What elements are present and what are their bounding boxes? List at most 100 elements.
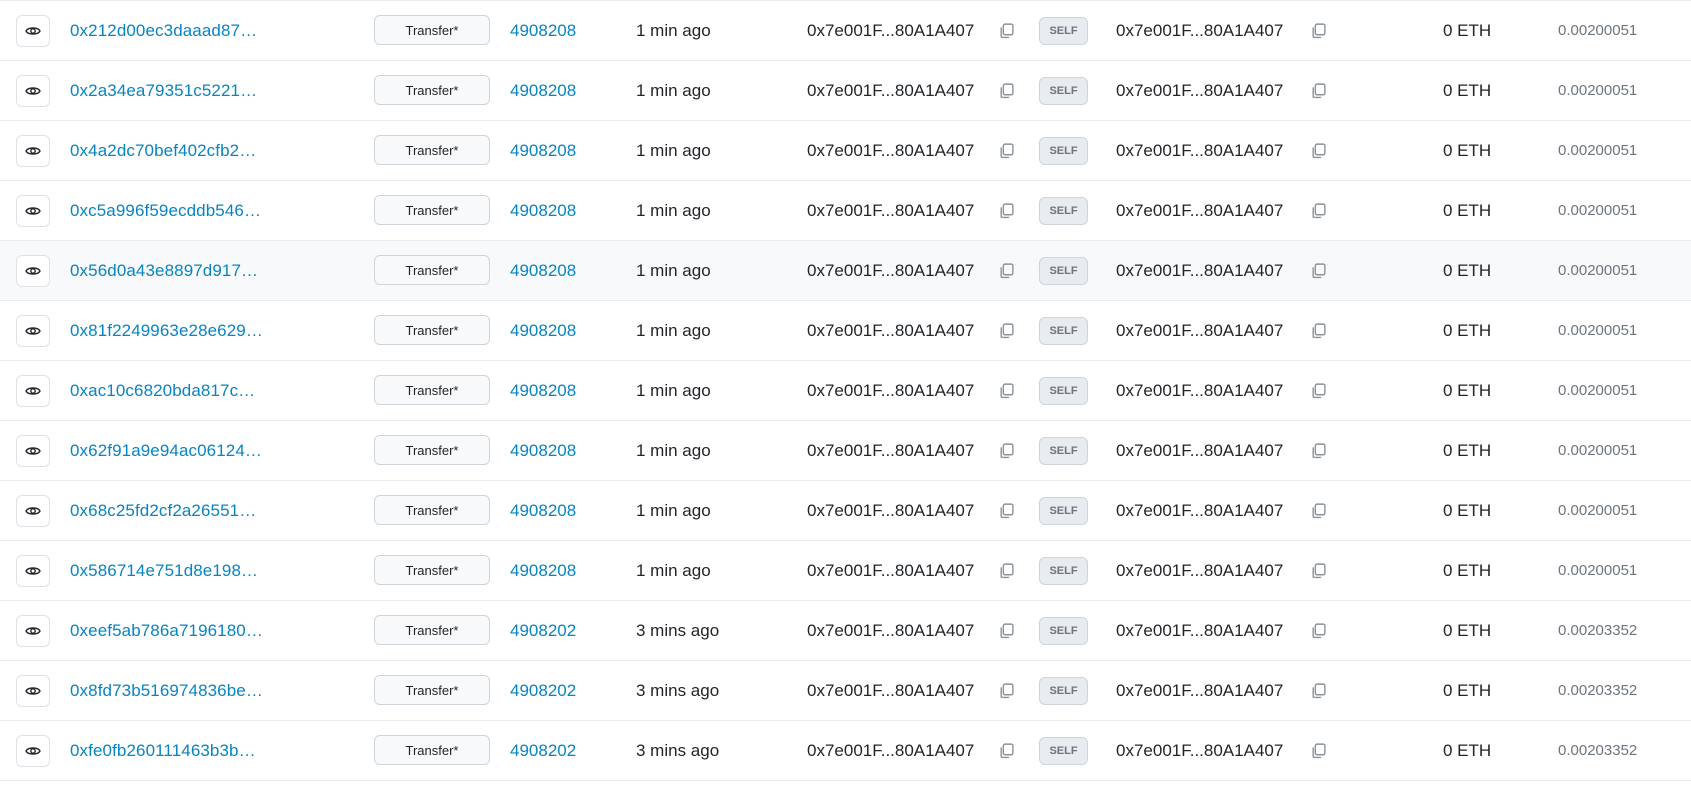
copy-to-button[interactable] (1308, 481, 1328, 540)
copy-from-button[interactable] (996, 121, 1016, 180)
block-link[interactable]: 4908208 (510, 121, 576, 180)
copy-to-button[interactable] (1308, 541, 1328, 600)
method-badge: Transfer* (374, 735, 490, 765)
txn-hash-link[interactable]: 0x2a34ea79351c5221… (70, 61, 257, 120)
view-details-button[interactable] (16, 15, 50, 47)
to-address[interactable]: 0x7e001F...80A1A407 (1116, 61, 1283, 120)
txn-hash-link[interactable]: 0x8fd73b516974836be… (70, 661, 263, 720)
from-address[interactable]: 0x7e001F...80A1A407 (807, 601, 974, 660)
block-link[interactable]: 4908208 (510, 541, 576, 600)
block-link[interactable]: 4908208 (510, 61, 576, 120)
copy-to-button[interactable] (1308, 61, 1328, 120)
block-link[interactable]: 4908208 (510, 1, 576, 60)
value-text: 0 ETH (1443, 620, 1492, 640)
txn-hash-link[interactable]: 0xac10c6820bda817c… (70, 361, 255, 420)
copy-from-button[interactable] (996, 181, 1016, 240)
txn-hash-link[interactable]: 0x56d0a43e8897d917… (70, 241, 258, 300)
copy-from-button[interactable] (996, 721, 1016, 780)
block-link[interactable]: 4908202 (510, 661, 576, 720)
from-address[interactable]: 0x7e001F...80A1A407 (807, 61, 974, 120)
from-address[interactable]: 0x7e001F...80A1A407 (807, 661, 974, 720)
txn-hash-link[interactable]: 0xeef5ab786a7196180… (70, 601, 263, 660)
copy-to-button[interactable] (1308, 661, 1328, 720)
copy-from-button[interactable] (996, 61, 1016, 120)
txn-hash-link[interactable]: 0x62f91a9e94ac06124… (70, 421, 262, 480)
copy-to-button[interactable] (1308, 601, 1328, 660)
copy-to-button[interactable] (1308, 721, 1328, 780)
to-address[interactable]: 0x7e001F...80A1A407 (1116, 301, 1283, 360)
copy-from-button[interactable] (996, 661, 1016, 720)
copy-from-button[interactable] (996, 481, 1016, 540)
from-address[interactable]: 0x7e001F...80A1A407 (807, 421, 974, 480)
view-details-button[interactable] (16, 135, 50, 167)
block-link[interactable]: 4908208 (510, 481, 576, 540)
copy-from-button[interactable] (996, 241, 1016, 300)
from-address[interactable]: 0x7e001F...80A1A407 (807, 481, 974, 540)
copy-from-button[interactable] (996, 601, 1016, 660)
table-row: 0x212d00ec3daaad87… Transfer* 4908208 1 … (0, 1, 1691, 61)
txn-hash-link[interactable]: 0x212d00ec3daaad87… (70, 1, 257, 60)
from-address[interactable]: 0x7e001F...80A1A407 (807, 181, 974, 240)
block-link[interactable]: 4908208 (510, 421, 576, 480)
from-address[interactable]: 0x7e001F...80A1A407 (807, 1, 974, 60)
copy-to-button[interactable] (1308, 421, 1328, 480)
from-address[interactable]: 0x7e001F...80A1A407 (807, 241, 974, 300)
from-address[interactable]: 0x7e001F...80A1A407 (807, 301, 974, 360)
txn-hash-link[interactable]: 0xfe0fb260111463b3b… (70, 721, 256, 780)
to-address[interactable]: 0x7e001F...80A1A407 (1116, 121, 1283, 180)
block-link[interactable]: 4908208 (510, 181, 576, 240)
to-address[interactable]: 0x7e001F...80A1A407 (1116, 241, 1283, 300)
to-address[interactable]: 0x7e001F...80A1A407 (1116, 541, 1283, 600)
block-link[interactable]: 4908208 (510, 361, 576, 420)
block-link[interactable]: 4908202 (510, 601, 576, 660)
txn-fee-text: 0.00200051 (1558, 562, 1638, 579)
copy-from-button[interactable] (996, 541, 1016, 600)
copy-from-button[interactable] (996, 301, 1016, 360)
view-details-button[interactable] (16, 495, 50, 527)
view-details-button[interactable] (16, 255, 50, 287)
to-address[interactable]: 0x7e001F...80A1A407 (1116, 721, 1283, 780)
view-details-button[interactable] (16, 375, 50, 407)
txn-hash-link[interactable]: 0x68c25fd2cf2a26551… (70, 481, 256, 540)
view-details-button[interactable] (16, 675, 50, 707)
copy-from-button[interactable] (996, 361, 1016, 420)
to-address[interactable]: 0x7e001F...80A1A407 (1116, 661, 1283, 720)
view-details-button[interactable] (16, 555, 50, 587)
block-link[interactable]: 4908208 (510, 241, 576, 300)
txn-hash-link[interactable]: 0xc5a996f59ecddb546… (70, 181, 261, 240)
txn-hash-link[interactable]: 0x4a2dc70bef402cfb2… (70, 121, 256, 180)
from-address[interactable]: 0x7e001F...80A1A407 (807, 121, 974, 180)
to-address[interactable]: 0x7e001F...80A1A407 (1116, 1, 1283, 60)
eye-icon (25, 687, 41, 695)
block-link[interactable]: 4908208 (510, 301, 576, 360)
copy-to-button[interactable] (1308, 361, 1328, 420)
copy-from-button[interactable] (996, 421, 1016, 480)
copy-to-button[interactable] (1308, 121, 1328, 180)
view-details-button[interactable] (16, 315, 50, 347)
view-details-button[interactable] (16, 435, 50, 467)
to-address[interactable]: 0x7e001F...80A1A407 (1116, 361, 1283, 420)
block-link[interactable]: 4908202 (510, 721, 576, 780)
copy-to-button[interactable] (1308, 301, 1328, 360)
view-details-button[interactable] (16, 615, 50, 647)
txn-hash-link[interactable]: 0x586714e751d8e198… (70, 541, 258, 600)
view-details-button[interactable] (16, 735, 50, 767)
from-address[interactable]: 0x7e001F...80A1A407 (807, 361, 974, 420)
direction-badge: SELF (1039, 737, 1088, 765)
to-address[interactable]: 0x7e001F...80A1A407 (1116, 481, 1283, 540)
from-address[interactable]: 0x7e001F...80A1A407 (807, 721, 974, 780)
txn-hash-link[interactable]: 0x81f2249963e28e629… (70, 301, 263, 360)
to-address[interactable]: 0x7e001F...80A1A407 (1116, 181, 1283, 240)
to-address[interactable]: 0x7e001F...80A1A407 (1116, 601, 1283, 660)
age-text: 1 min ago (636, 320, 711, 340)
view-details-button[interactable] (16, 195, 50, 227)
copy-to-button[interactable] (1308, 241, 1328, 300)
copy-to-button[interactable] (1308, 181, 1328, 240)
view-details-button[interactable] (16, 75, 50, 107)
to-address[interactable]: 0x7e001F...80A1A407 (1116, 421, 1283, 480)
copy-to-button[interactable] (1308, 1, 1328, 60)
from-address[interactable]: 0x7e001F...80A1A407 (807, 541, 974, 600)
table-row: 0x586714e751d8e198… Transfer* 4908208 1 … (0, 541, 1691, 601)
eye-icon (25, 327, 41, 335)
copy-from-button[interactable] (996, 1, 1016, 60)
